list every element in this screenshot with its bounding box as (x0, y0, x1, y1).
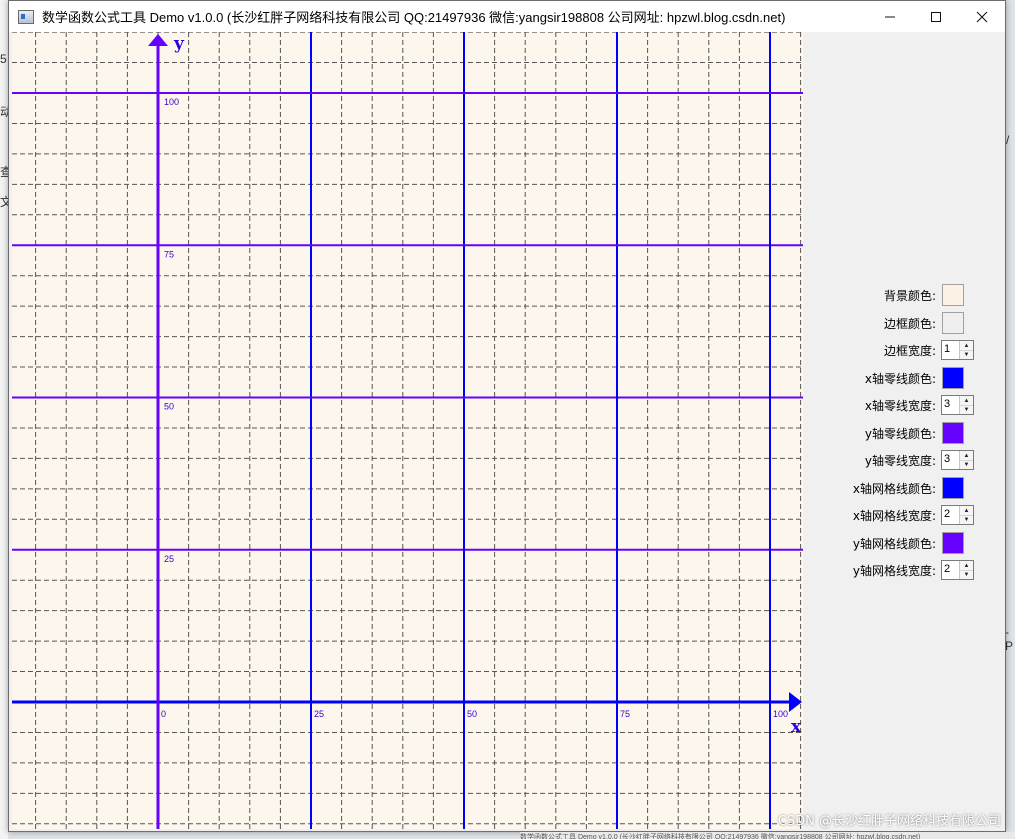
x-tick-label: 50 (467, 709, 477, 719)
spin-down-icon[interactable]: ▼ (960, 350, 973, 359)
color-swatch-button[interactable] (942, 476, 964, 499)
y-axis-arrow-icon (148, 34, 168, 46)
property-label: x轴网格线宽度: (852, 509, 936, 523)
spin-arrows: ▲ ▼ (959, 451, 973, 469)
spin-arrows: ▲ ▼ (959, 506, 973, 524)
y-tick-label: 25 (164, 554, 174, 564)
maximize-button[interactable] (913, 1, 959, 32)
x-tick-label: 100 (773, 709, 788, 719)
y-axis-label: y (173, 34, 185, 54)
width-spinbox[interactable]: 3 ▲ ▼ (941, 450, 974, 470)
property-row: x轴网格线宽度: 2 ▲ ▼ (804, 504, 994, 526)
color-swatch-button[interactable] (942, 284, 964, 306)
property-label: x轴零线宽度: (864, 399, 936, 413)
spin-arrows: ▲ ▼ (959, 341, 973, 359)
width-spinbox[interactable]: 1 ▲ ▼ (941, 340, 974, 360)
property-label: y轴网格线宽度: (852, 564, 936, 578)
color-swatch-button[interactable] (942, 311, 964, 334)
width-spinbox[interactable]: 2 ▲ ▼ (941, 505, 974, 525)
spin-down-icon[interactable]: ▼ (960, 405, 973, 414)
spinbox-value[interactable]: 3 (944, 453, 950, 465)
property-row: 背景颜色: (804, 284, 994, 306)
close-button[interactable] (959, 1, 1005, 32)
background-fragment: 5 (0, 52, 7, 66)
x-axis-arrow-icon (789, 692, 802, 712)
property-label: 边框宽度: (883, 344, 936, 358)
property-label: y轴零线宽度: (864, 454, 936, 468)
property-row: x轴零线颜色: (804, 366, 994, 389)
property-label: 背景颜色: (883, 289, 936, 303)
x-tick-label: 0 (161, 709, 166, 719)
minimize-button[interactable] (867, 1, 913, 32)
property-row: y轴零线颜色: (804, 421, 994, 444)
window-title: 数学函数公式工具 Demo v1.0.0 (长沙红胖子网络科技有限公司 QQ:2… (42, 10, 786, 25)
background-fragment: -P (1005, 625, 1014, 653)
plot-area[interactable]: x y 0 25 50 75 100 25 50 75 100 (12, 32, 803, 829)
color-swatch-button[interactable] (942, 531, 964, 554)
property-label: x轴零线颜色: (864, 371, 936, 386)
spinbox-value[interactable]: 2 (944, 563, 950, 575)
properties-panel: 背景颜色: 边框颜色: 边框宽度: 1 ▲ ▼ x轴零线颜色: x轴零线宽度: 3 ▲ ▼ y轴零线颜… (804, 32, 1005, 831)
spinbox-value[interactable]: 3 (944, 398, 950, 410)
plot-canvas: x y 0 25 50 75 100 25 50 75 100 (12, 32, 803, 829)
property-row: 边框宽度: 1 ▲ ▼ (804, 339, 994, 361)
background-window-title: 数学函数公式工具 Demo v1.0.0 (长沙红胖子网络科技有限公司 QQ:2… (520, 832, 1015, 839)
property-label: x轴网格线颜色: (852, 481, 936, 496)
y-tick-label: 75 (164, 249, 174, 259)
app-icon (18, 9, 34, 24)
property-row: y轴网格线宽度: 2 ▲ ▼ (804, 559, 994, 581)
watermark: CSDN @长沙红胖子网络科技有限公司 (777, 814, 1001, 829)
y-tick-label: 50 (164, 402, 174, 412)
property-row: 边框颜色: (804, 311, 994, 334)
spin-down-icon[interactable]: ▼ (960, 570, 973, 579)
minimize-icon (885, 16, 895, 17)
app-window: 数学函数公式工具 Demo v1.0.0 (长沙红胖子网络科技有限公司 QQ:2… (8, 0, 1006, 832)
property-row: y轴零线宽度: 3 ▲ ▼ (804, 449, 994, 471)
background-left-strip (0, 0, 8, 839)
color-swatch-button[interactable] (942, 366, 964, 389)
spin-down-icon[interactable]: ▼ (960, 515, 973, 524)
title-bar[interactable]: 数学函数公式工具 Demo v1.0.0 (长沙红胖子网络科技有限公司 QQ:2… (9, 1, 1005, 32)
spin-arrows: ▲ ▼ (959, 561, 973, 579)
spinbox-value[interactable]: 1 (944, 343, 950, 355)
spin-down-icon[interactable]: ▼ (960, 460, 973, 469)
x-axis-label: x (791, 717, 802, 737)
width-spinbox[interactable]: 3 ▲ ▼ (941, 395, 974, 415)
color-swatch-button[interactable] (942, 421, 964, 444)
maximize-icon (931, 11, 941, 22)
background-fragment: / (1006, 133, 1010, 147)
property-label: y轴零线颜色: (864, 426, 936, 441)
close-icon (976, 11, 988, 22)
property-row: y轴网格线颜色: (804, 531, 994, 554)
y-tick-label: 100 (164, 97, 179, 107)
x-tick-label: 75 (620, 709, 630, 719)
spin-arrows: ▲ ▼ (959, 396, 973, 414)
spinbox-value[interactable]: 2 (944, 508, 950, 520)
width-spinbox[interactable]: 2 ▲ ▼ (941, 560, 974, 580)
property-label: y轴网格线颜色: (852, 536, 936, 551)
property-label: 边框颜色: (883, 316, 936, 331)
property-row: x轴网格线颜色: (804, 476, 994, 499)
property-row: x轴零线宽度: 3 ▲ ▼ (804, 394, 994, 416)
x-tick-label: 25 (314, 709, 324, 719)
